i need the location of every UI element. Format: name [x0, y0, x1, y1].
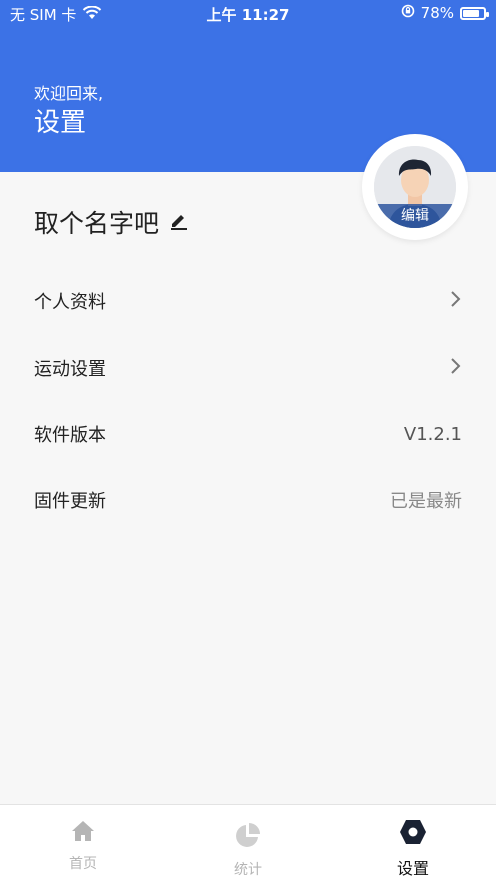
- profile-name-row[interactable]: 取个名字吧: [34, 204, 189, 240]
- firmware-status-value: 已是最新: [390, 491, 462, 512]
- tab-settings[interactable]: 设置: [368, 819, 458, 879]
- avatar-container[interactable]: 编辑: [362, 134, 468, 240]
- page-title: 设置: [34, 108, 87, 138]
- tab-statistics[interactable]: 统计: [203, 821, 293, 879]
- software-version-value: V1.2.1: [403, 423, 462, 445]
- menu-item-personal-profile[interactable]: 个人资料: [34, 281, 462, 321]
- battery-percent: 78%: [420, 4, 454, 22]
- settings-hexagon-icon: [399, 820, 427, 849]
- tab-bar: 首页 统计 设置: [0, 804, 496, 882]
- menu-label: 固件更新: [34, 491, 106, 512]
- pie-chart-icon: [234, 823, 262, 853]
- orientation-lock-icon: [401, 4, 415, 22]
- battery-icon: [460, 6, 489, 20]
- avatar[interactable]: 编辑: [374, 146, 456, 228]
- profile-name: 取个名字吧: [34, 209, 160, 238]
- avatar-edit-label[interactable]: 编辑: [374, 204, 456, 228]
- menu-label: 运动设置: [34, 359, 106, 380]
- tab-home[interactable]: 首页: [38, 819, 128, 873]
- edit-pencil-icon[interactable]: [169, 210, 189, 234]
- tab-label: 统计: [234, 862, 262, 878]
- chevron-right-icon: [450, 357, 462, 379]
- tab-label: 首页: [69, 856, 97, 872]
- battery-fill: [463, 9, 479, 17]
- menu-item-software-version: 软件版本 V1.2.1: [34, 414, 462, 454]
- menu-label: 个人资料: [34, 292, 106, 313]
- menu-item-firmware-update[interactable]: 固件更新 已是最新: [34, 480, 462, 520]
- welcome-text: 欢迎回来,: [34, 84, 104, 103]
- status-right: 78%: [401, 4, 489, 22]
- menu-item-sport-settings[interactable]: 运动设置: [34, 348, 462, 388]
- home-icon: [70, 821, 96, 847]
- tab-label: 设置: [396, 859, 429, 878]
- chevron-right-icon: [450, 290, 462, 312]
- status-bar: 无 SIM 卡 上午 11:27 78%: [0, 0, 496, 26]
- menu-label: 软件版本: [34, 425, 106, 446]
